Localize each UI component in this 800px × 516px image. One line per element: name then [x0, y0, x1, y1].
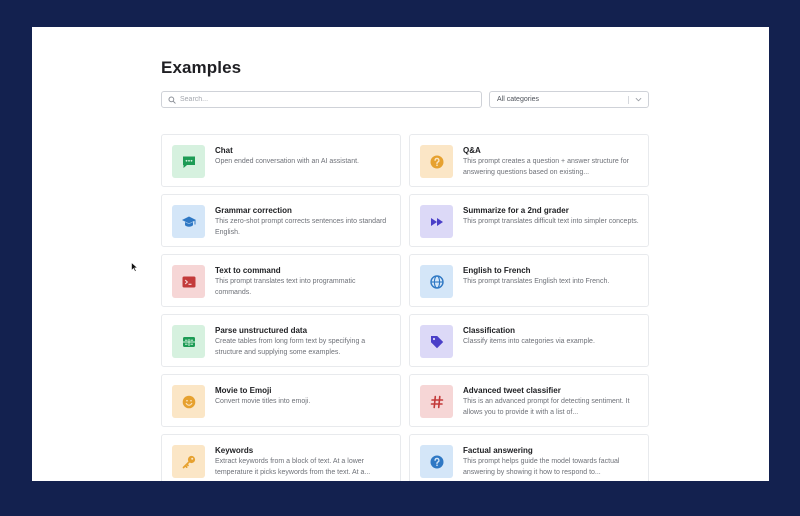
example-tile: [172, 205, 205, 238]
example-title: Advanced tweet classifier: [463, 386, 561, 395]
example-description: Classify items into categories via examp…: [463, 338, 595, 345]
question-icon: [430, 155, 443, 168]
chat-bubble-icon: [182, 156, 195, 168]
example-tile: [172, 265, 205, 298]
example-description: This zero-shot prompt corrects sentences…: [215, 218, 387, 236]
select-divider: [628, 96, 629, 104]
example-tile: [172, 145, 205, 178]
page-title: Examples: [161, 58, 242, 77]
example-description: This is an advanced prompt for detecting…: [463, 398, 630, 416]
example-title: Q&A: [463, 146, 481, 155]
example-title: English to French: [463, 266, 531, 275]
example-description: This prompt translates English text into…: [463, 278, 610, 285]
hashtag-icon: [430, 395, 443, 408]
example-description: Open ended conversation with an AI assis…: [215, 158, 359, 165]
example-title: Factual answering: [463, 446, 533, 455]
example-card-parse-unstructured-data[interactable]: Parse unstructured data Create tables fr…: [161, 314, 401, 367]
tag-icon: [430, 335, 443, 348]
search-input[interactable]: [180, 96, 470, 103]
smiley-icon: [182, 395, 195, 408]
example-card-factual-answering[interactable]: Factual answering This prompt helps guid…: [409, 434, 649, 481]
example-tile: [172, 325, 205, 358]
example-tile: [420, 325, 453, 358]
example-tile: [172, 445, 205, 478]
example-card-advanced-tweet-classifier[interactable]: Advanced tweet classifier This is an adv…: [409, 374, 649, 427]
example-description: Create tables from long form text by spe…: [215, 338, 366, 356]
example-card-text-to-command[interactable]: Text to command This prompt translates t…: [161, 254, 401, 307]
example-title: Grammar correction: [215, 206, 292, 215]
example-card-summarize[interactable]: Summarize for a 2nd grader This prompt t…: [409, 194, 649, 247]
example-title: Text to command: [215, 266, 281, 275]
category-select-value: All categories: [497, 96, 540, 103]
example-description: This prompt creates a question + answer …: [463, 158, 629, 176]
example-description: Convert movie titles into emoji.: [215, 398, 311, 405]
example-card-keywords[interactable]: Keywords Extract keywords from a block o…: [161, 434, 401, 481]
mouse-cursor-icon: [131, 262, 139, 272]
search-box[interactable]: [161, 91, 482, 108]
example-title: Classification: [463, 326, 516, 335]
example-title: Summarize for a 2nd grader: [463, 206, 569, 215]
category-select[interactable]: All categories: [489, 91, 649, 108]
example-description: This prompt helps guide the model toward…: [463, 458, 620, 476]
example-card-movie-to-emoji[interactable]: Movie to Emoji Convert movie titles into…: [161, 374, 401, 427]
example-title: Parse unstructured data: [215, 326, 308, 335]
example-description: Extract keywords from a block of text. A…: [215, 458, 371, 476]
example-description: This prompt translates text into program…: [215, 278, 356, 296]
example-tile: [172, 385, 205, 418]
chevron-down-icon: [635, 97, 642, 102]
globe-icon: [429, 274, 444, 289]
key-icon: [182, 455, 195, 468]
graduation-cap-icon: [181, 216, 196, 227]
example-tile: [420, 265, 453, 298]
table-icon: [182, 336, 195, 347]
example-card-chat[interactable]: Chat Open ended conversation with an AI …: [161, 134, 401, 187]
example-title: Movie to Emoji: [215, 386, 272, 395]
example-title: Chat: [215, 146, 233, 155]
example-card-qa[interactable]: Q&A This prompt creates a question + ans…: [409, 134, 649, 187]
example-description: This prompt translates difficult text in…: [463, 218, 639, 225]
example-tile: [420, 145, 453, 178]
example-tile: [420, 445, 453, 478]
example-card-classification[interactable]: Classification Classify items into categ…: [409, 314, 649, 367]
example-title: Keywords: [215, 446, 254, 455]
example-card-english-to-french[interactable]: English to French This prompt translates…: [409, 254, 649, 307]
example-tile: [420, 385, 453, 418]
question-icon: [430, 455, 443, 468]
search-icon: [168, 95, 176, 104]
example-card-grammar-correction[interactable]: Grammar correction This zero-shot prompt…: [161, 194, 401, 247]
terminal-icon: [182, 276, 195, 287]
examples-window: Examples All categories: [32, 27, 769, 481]
fast-forward-icon: [430, 217, 443, 226]
example-tile: [420, 205, 453, 238]
